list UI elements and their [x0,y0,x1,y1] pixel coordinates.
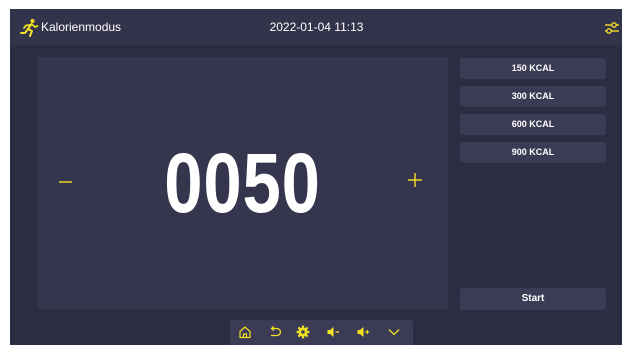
value-panel: 0050 [37,57,448,309]
bottom-toolbar [230,320,413,345]
back-icon[interactable] [268,325,282,339]
preset-600-kcal-button[interactable]: 600 KCAL [460,114,606,135]
minus-icon[interactable] [57,172,75,192]
app-screen: Kalorienmodus 2022-01-04 11:13 0050 150 … [10,9,622,345]
header-bar: Kalorienmodus 2022-01-04 11:13 [10,9,622,45]
volume-up-icon[interactable] [356,325,370,339]
start-button[interactable]: Start [460,288,606,310]
sliders-icon[interactable] [604,21,620,35]
plus-icon[interactable] [406,170,424,190]
gear-icon[interactable] [296,325,310,339]
home-icon[interactable] [238,325,252,339]
chevron-down-icon[interactable] [387,325,401,339]
mode-title: Kalorienmodus [41,20,122,34]
preset-150-kcal-button[interactable]: 150 KCAL [460,58,606,79]
volume-down-icon[interactable] [326,325,340,339]
preset-300-kcal-button[interactable]: 300 KCAL [460,86,606,107]
preset-900-kcal-button[interactable]: 900 KCAL [460,142,606,163]
running-person-icon [20,19,39,37]
calorie-value: 0050 [164,136,321,230]
